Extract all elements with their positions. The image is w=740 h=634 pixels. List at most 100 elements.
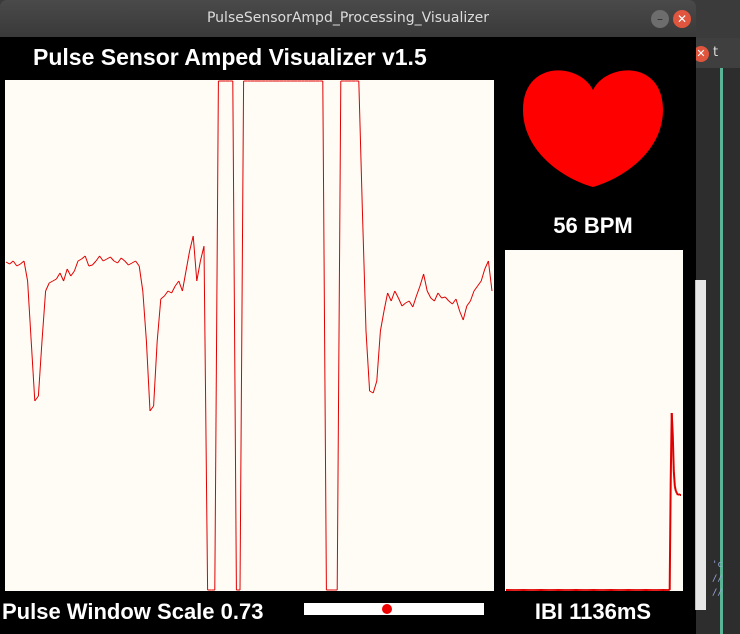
background-code-line: // <box>712 588 723 598</box>
pulse-trace-segment <box>469 290 475 302</box>
pulse-trace-segment <box>167 290 172 294</box>
pulse-trace-segment <box>102 258 108 262</box>
pulse-trace-segment <box>20 260 25 265</box>
pulse-trace-segment <box>369 390 374 394</box>
window-titlebar[interactable]: PulseSensorAmpd_Processing_Visualizer – … <box>0 0 696 37</box>
pulse-trace-segment <box>408 300 414 308</box>
pulse-trace-segment <box>484 260 489 270</box>
pulse-trace-segment <box>397 297 403 307</box>
pulse-trace-segment <box>163 290 169 297</box>
pulse-trace-segment <box>52 278 57 282</box>
pulse-trace-segment <box>192 235 198 282</box>
bpm-history-window <box>505 250 683 591</box>
visualizer-canvas: Pulse Sensor Amped Visualizer v1.5 56 BP… <box>0 37 696 634</box>
pulse-trace-segment <box>361 210 367 332</box>
pulse-trace-segment <box>156 298 162 342</box>
pulse-trace-segment <box>153 340 158 407</box>
pulse-trace-segment <box>81 255 86 260</box>
bpm-trace-segment <box>670 412 674 436</box>
pulse-trace-segment <box>444 296 450 302</box>
pulse-trace-segment <box>433 292 439 302</box>
pulse-trace-segment <box>145 340 151 412</box>
pulse-trace-segment <box>441 296 446 299</box>
pulse-trace-segment <box>239 80 245 591</box>
pulse-trace-segment <box>5 261 10 265</box>
pulse-trace-segment <box>23 260 29 282</box>
pulse-trace-segment <box>48 280 54 284</box>
pulse-trace-segment <box>480 268 486 282</box>
background-scrollbar[interactable] <box>695 280 706 610</box>
pulse-trace-segment <box>77 258 82 262</box>
scale-slider-thumb[interactable] <box>381 604 392 614</box>
pulse-trace-segment <box>149 405 155 412</box>
pulse-trace-segment <box>55 272 61 280</box>
pulse-trace-segment <box>92 260 97 266</box>
bpm-history-chart <box>506 412 681 591</box>
pulse-trace-segment <box>322 80 327 591</box>
bpm-trace-segment <box>673 485 677 492</box>
pulse-trace-segment <box>66 268 72 277</box>
bpm-trace-segment <box>671 434 675 472</box>
pulse-trace-segment <box>390 290 396 302</box>
background-tab-label[interactable]: t <box>713 45 718 60</box>
pulse-trace-segment <box>462 305 468 321</box>
pulse-trace-segment <box>135 260 140 267</box>
pulse-trace-segment <box>120 257 126 262</box>
visualizer-window: PulseSensorAmpd_Processing_Visualizer – … <box>0 0 696 634</box>
pulse-trace-segment <box>181 270 187 292</box>
pulse-trace-segment <box>473 285 479 292</box>
bpm-trace-segment <box>674 490 678 494</box>
pulse-trace-segment <box>412 295 417 308</box>
pulse-trace-segment <box>405 300 410 304</box>
pulse-trace-segment <box>59 272 65 282</box>
background-code-line: 'c <box>712 560 723 570</box>
close-button[interactable]: ✕ <box>673 10 691 28</box>
pulse-trace-segment <box>376 330 381 382</box>
pulse-trace-segment <box>138 265 144 292</box>
pulse-trace-segment <box>27 280 32 342</box>
pulse-trace-segment <box>365 330 371 392</box>
pulse-trace-segment <box>174 280 180 287</box>
pulse-trace-segment <box>455 298 461 312</box>
pulse-trace-segment <box>106 256 111 260</box>
pulse-trace-segment <box>383 292 389 312</box>
pulse-trace-segment <box>189 235 194 252</box>
pulse-trace-segment <box>430 297 435 302</box>
pulse-trace-segment <box>199 245 205 262</box>
pulse-trace-segment <box>70 270 75 277</box>
bpm-trace-segment <box>672 470 676 487</box>
pulse-trace-segment <box>12 260 18 267</box>
pulse-trace-segment <box>16 263 21 267</box>
pulse-trace-segment <box>30 340 36 402</box>
pulse-trace-segment <box>448 300 453 305</box>
pulse-trace-segment <box>203 245 209 591</box>
pulse-trace-segment <box>171 285 176 294</box>
minimize-button[interactable]: – <box>651 10 669 28</box>
pulse-trace-segment <box>73 260 79 272</box>
pulse-trace-segment <box>437 292 443 299</box>
pulse-trace-segment <box>419 273 425 287</box>
pulse-trace-segment <box>232 80 237 591</box>
pulse-trace-segment <box>99 255 104 262</box>
pulse-trace-segment <box>178 280 183 292</box>
pulse-trace-segment <box>95 255 101 262</box>
pulse-trace-segment <box>41 290 47 342</box>
pulse-trace-segment <box>84 255 90 267</box>
pulse-trace-segment <box>185 250 191 272</box>
pulse-trace-segment <box>9 260 14 265</box>
pulse-trace-segment <box>117 257 122 264</box>
pulse-trace-segment <box>128 262 133 266</box>
pulse-trace-segment <box>426 290 432 299</box>
pulse-trace-segment <box>423 273 428 292</box>
pulse-trace-segment <box>387 292 392 302</box>
pulse-trace-segment <box>110 256 115 262</box>
pulse-trace-segment <box>131 260 136 264</box>
pulse-trace-segment <box>336 80 342 591</box>
pulse-trace-segment <box>34 395 39 402</box>
scale-slider[interactable] <box>304 603 484 615</box>
pulse-trace-segment <box>401 302 406 307</box>
pulse-trace-segment <box>451 298 457 305</box>
pulse-trace-segment <box>124 260 129 266</box>
pulse-trace-segment <box>113 260 118 264</box>
window-title: PulseSensorAmpd_Processing_Visualizer <box>206 10 489 26</box>
